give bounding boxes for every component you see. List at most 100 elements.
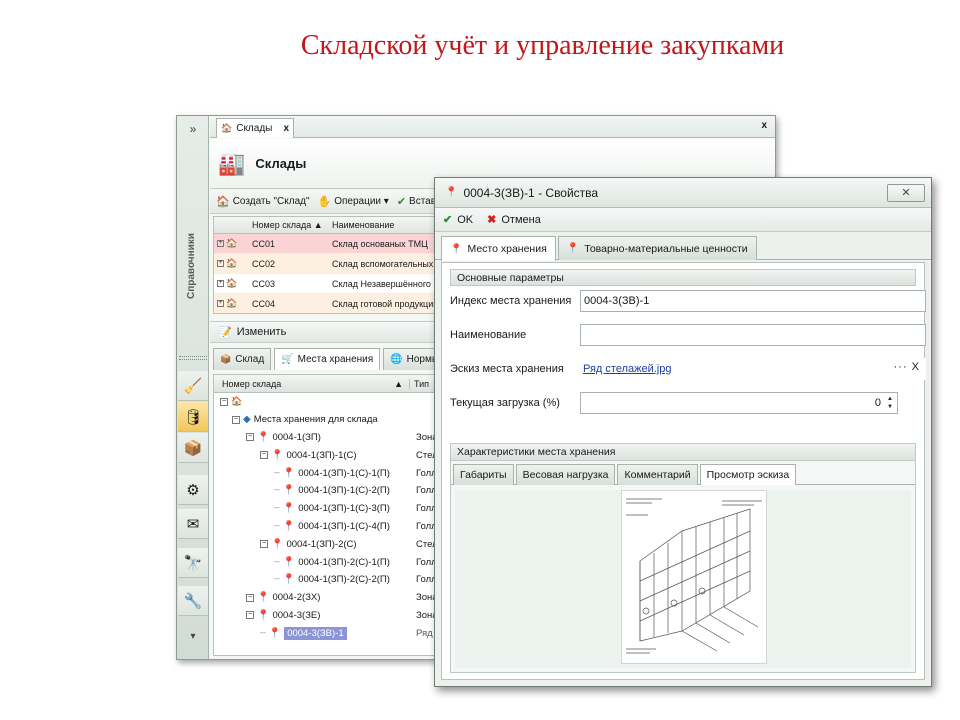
load-label: Текущая загрузка (%)	[450, 397, 560, 409]
collapse-icon[interactable]: −	[232, 415, 240, 424]
location-icon: 📍	[282, 503, 296, 515]
wrench-icon[interactable]: 🔧	[178, 586, 208, 616]
load-value: 0	[874, 397, 881, 409]
tree-row[interactable]: ┄ 📍 0004-1(ЗП)-1(С)-4(П) Голл	[214, 518, 444, 536]
column-header-code[interactable]: Номер склада ▲	[214, 378, 410, 389]
page-title: Склады	[255, 156, 307, 171]
tree-row[interactable]: ┄ 📍 0004-3(ЗВ)-1 Ряд	[214, 624, 444, 642]
create-warehouse-button[interactable]: 🏠 Создать "Склад"	[216, 195, 310, 208]
operations-icon: ✋	[317, 196, 332, 208]
sidebar-more-button[interactable]: ▾	[177, 631, 209, 642]
tree-label: 0004-1(ЗП)-1(С)	[286, 449, 357, 461]
tree-row[interactable]: − 📍 0004-1(ЗП) Зона	[214, 429, 444, 447]
collapse-icon[interactable]: −	[220, 397, 228, 406]
tree-row[interactable]: ┄ 📍 0004-1(ЗП)-1(С)-2(П) Голл	[214, 482, 444, 500]
column-header-code[interactable]: Номер склада ▲	[248, 220, 328, 230]
expand-icon[interactable]: +	[217, 260, 224, 267]
sketch-link[interactable]: Ряд стелажей.jpg	[583, 363, 671, 375]
tab-warehouses[interactable]: 🏠 Склады x	[216, 118, 294, 138]
load-field[interactable]: 0 ▲ ▼	[580, 392, 898, 414]
tree-row[interactable]: − 📍 0004-1(ЗП)-2(С) Стел	[214, 535, 444, 553]
column-header-type[interactable]: Тип	[410, 379, 429, 389]
check-icon: ✔	[396, 196, 407, 208]
cell-code: СС01	[252, 238, 276, 249]
tree-line-icon: ┄	[274, 503, 280, 515]
ok-button[interactable]: ✔ OK	[443, 213, 473, 227]
sketch-label: Эскиз места хранения	[450, 363, 564, 375]
tab-label: Товарно-материальные ценности	[584, 242, 748, 255]
tree-type-cell: Ряд	[416, 627, 433, 639]
dialog-title: 0004-3(ЗВ)-1 - Свойства	[463, 185, 599, 200]
location-icon: 📍	[445, 187, 458, 198]
index-field[interactable]: 0004-3(ЗВ)-1	[580, 290, 926, 312]
tree-row[interactable]: − 📍 0004-2(ЗХ) Зона	[214, 589, 444, 607]
table-row[interactable]: + 🏠 СС01 Склад основаных ТМЦ	[214, 234, 440, 254]
broom-icon[interactable]: 🧹	[178, 371, 208, 401]
create-label: Создать "Склад"	[232, 196, 310, 207]
tab-inventory[interactable]: 📍 Товарно-материальные ценности	[557, 236, 757, 260]
tree-row[interactable]: ┄ 📍 0004-1(ЗП)-1(С)-3(П) Голл	[214, 500, 444, 518]
sketch-field[interactable]: Ряд стелажей.jpg ··· X	[580, 358, 926, 380]
name-field[interactable]	[580, 324, 926, 346]
binoculars-icon[interactable]: 🔭	[178, 548, 208, 578]
reference-sidebar: » Справочники 🧹 🛢 📦 ⚙ ✉ 🔭 🔧 ▾	[177, 116, 209, 659]
mail-icon[interactable]: ✉	[178, 509, 208, 539]
tree-row[interactable]: ┄ 📍 0004-1(ЗП)-2(С)-1(П) Голл	[214, 553, 444, 571]
package-icon[interactable]: 📦	[178, 433, 208, 463]
tree-group-row[interactable]: − ◆ Места хранения для склада	[214, 411, 444, 429]
tree-node: ┄ 📍 0004-1(ЗП)-1(С)-4(П)	[274, 521, 390, 532]
table-row[interactable]: + 🏠 СС02 Склад вспомогательных	[214, 254, 440, 274]
sidebar-splitter[interactable]	[179, 356, 207, 360]
collapse-icon[interactable]: −	[260, 540, 268, 549]
storage-tree: Номер склада ▲ Тип − 🏠 − ◆ Места хранения д…	[213, 374, 445, 656]
tree-label: 0004-1(ЗП)-1(С)-2(П)	[298, 485, 390, 497]
collapse-icon[interactable]: −	[246, 611, 254, 620]
check-icon: ✔	[443, 214, 453, 226]
expand-icon[interactable]: +	[217, 280, 224, 287]
table-row[interactable]: + 🏠 СС03 Склад Незавершённого п	[214, 274, 440, 294]
tree-row[interactable]: − 📍 0004-3(ЗЕ) Зона	[214, 607, 444, 625]
expand-icon[interactable]: +	[217, 300, 224, 307]
tree-root-row[interactable]: − 🏠	[214, 393, 444, 411]
collapse-icon[interactable]: −	[246, 593, 254, 602]
tab-sketch-preview[interactable]: Просмотр эскиза	[699, 464, 797, 485]
collapse-icon[interactable]: −	[246, 433, 254, 442]
operations-menu-button[interactable]: ✋ Операции ▾	[318, 195, 389, 208]
column-header-name[interactable]: Наименование	[328, 220, 440, 230]
gears-icon[interactable]: ⚙	[178, 475, 208, 505]
characteristics-tabs: Габариты Весовая нагрузка Комментарий Пр…	[451, 461, 915, 485]
spinner-icon[interactable]: ▲ ▼	[885, 395, 895, 411]
tab-dimensions[interactable]: Габариты	[453, 464, 514, 485]
cell-code: СС03	[252, 278, 276, 289]
tab-storage-place[interactable]: 📍 Место хранения	[441, 236, 556, 261]
warehouse-icon: 🏠	[226, 278, 238, 288]
collapse-icon[interactable]: −	[260, 451, 268, 460]
expand-icon[interactable]: +	[217, 240, 224, 247]
index-value: 0004-3(ЗВ)-1	[584, 295, 650, 307]
tab-storage-locations[interactable]: 🛒 Места хранения	[274, 348, 381, 370]
table-row[interactable]: + 🏠 СС04 Склад готовой продукции	[214, 294, 440, 313]
tab-comment[interactable]: Комментарий	[617, 464, 698, 485]
browse-clear-icon[interactable]: ··· X	[894, 361, 920, 373]
cancel-label: Отмена	[501, 213, 541, 226]
tree-row[interactable]: − 📍 0004-1(ЗП)-1(С) Стел	[214, 446, 444, 464]
tree-node: − 📍 0004-3(ЗЕ)	[246, 610, 320, 621]
tree-line-icon: ┄	[274, 467, 280, 479]
sort-icon: ▲	[394, 378, 403, 389]
tree-label: 0004-1(ЗП)-2(С)	[286, 538, 357, 550]
sketch-row: Эскиз места хранения Ряд стелажей.jpg ··…	[450, 354, 926, 388]
sketch-preview-area	[455, 490, 911, 668]
dialog-close-button[interactable]: ✕	[887, 184, 925, 202]
tab-weight-load[interactable]: Весовая нагрузка	[515, 464, 616, 485]
sidebar-collapse-button[interactable]: »	[177, 122, 209, 136]
dialog-body: Основные параметры Индекс места хранения…	[441, 262, 926, 680]
cell-code: СС04	[252, 298, 276, 309]
cancel-button[interactable]: ✖ Отмена	[487, 213, 541, 227]
window-close-icon[interactable]: x	[761, 120, 767, 131]
tab-warehouse[interactable]: 📦 Склад	[213, 348, 272, 370]
tree-row[interactable]: ┄ 📍 0004-1(ЗП)-2(С)-2(П) Голл	[214, 571, 444, 589]
sidebar-title: Справочники	[186, 233, 197, 299]
database-icon[interactable]: 🛢	[178, 402, 208, 432]
tree-row[interactable]: ┄ 📍 0004-1(ЗП)-1(С)-1(П) Голл	[214, 464, 444, 482]
tab-close-icon[interactable]: x	[283, 123, 289, 134]
